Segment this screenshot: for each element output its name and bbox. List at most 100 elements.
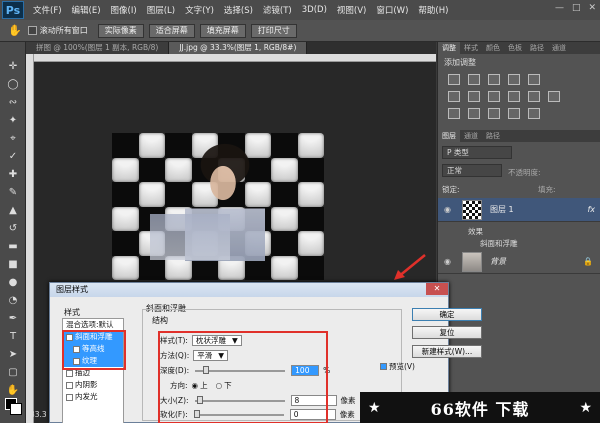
tab-swatches[interactable]: 色板: [504, 42, 526, 54]
layer-name[interactable]: 背景: [490, 256, 506, 267]
tab-paths-top[interactable]: 路径: [526, 42, 548, 54]
document-tabs: 拼图 @ 100%(图层 1 副本, RGB/8) JJ.jpg @ 33.3%…: [26, 42, 436, 54]
layer-name[interactable]: 图层 1: [490, 204, 514, 215]
window-controls: — □ ✕: [555, 3, 596, 13]
minimize-icon[interactable]: —: [555, 3, 564, 13]
tab-color[interactable]: 颜色: [482, 42, 504, 54]
gradient-tool-icon[interactable]: ■: [6, 258, 20, 272]
blur-tool-icon[interactable]: ●: [6, 276, 20, 290]
history-brush-icon[interactable]: ↺: [6, 222, 20, 236]
photo-filter-icon[interactable]: [508, 91, 520, 102]
ok-button[interactable]: 确定: [412, 308, 482, 321]
menu-filter[interactable]: 滤镜(T): [258, 4, 297, 16]
menu-edit[interactable]: 编辑(E): [67, 4, 106, 16]
dodge-tool-icon[interactable]: ◔: [6, 294, 20, 308]
menu-3d[interactable]: 3D(D): [297, 5, 332, 15]
menu-view[interactable]: 视图(V): [332, 4, 371, 16]
lasso-tool-icon[interactable]: ∾: [6, 96, 20, 110]
pen-tool-icon[interactable]: ✒: [6, 312, 20, 326]
tools-panel: ✛ ◯ ∾ ✦ ⌖ ✓ ✚ ✎ ▲ ↺ ▬ ■ ● ◔ ✒ T ➤ ▢ ✋: [0, 42, 26, 423]
style-item-inner-glow[interactable]: 内发光: [63, 391, 123, 403]
menu-image[interactable]: 图像(I): [106, 4, 142, 16]
new-style-button[interactable]: 新建样式(W)...: [412, 345, 482, 358]
exposure-icon[interactable]: [508, 74, 520, 85]
checkbox-icon[interactable]: [66, 381, 73, 389]
tab-adjust[interactable]: 调整: [438, 42, 460, 54]
bevel-effect-item[interactable]: 斜面和浮雕: [480, 238, 518, 249]
background-color-swatch[interactable]: [10, 403, 22, 415]
eyedropper-tool-icon[interactable]: ✓: [6, 150, 20, 164]
move-tool-icon[interactable]: ✛: [6, 60, 20, 74]
gradient-map-icon[interactable]: [528, 108, 540, 119]
eraser-tool-icon[interactable]: ▬: [6, 240, 20, 254]
lock-icon: 🔒: [583, 257, 593, 266]
type-tool-icon[interactable]: T: [6, 330, 20, 344]
fill-screen-button[interactable]: 填充屏幕: [199, 23, 246, 38]
preview-checkbox[interactable]: [380, 363, 387, 370]
layer-row-background[interactable]: ◉ 背景 🔒: [438, 250, 600, 274]
menu-select[interactable]: 选择(S): [219, 4, 258, 16]
stamp-tool-icon[interactable]: ▲: [6, 204, 20, 218]
tab-paths[interactable]: 路径: [482, 130, 504, 142]
invert-icon[interactable]: [448, 108, 460, 119]
close-icon[interactable]: ✕: [588, 3, 596, 13]
checkbox-icon[interactable]: [66, 369, 73, 377]
puzzle-piece: [138, 182, 165, 207]
puzzle-piece: [271, 157, 298, 182]
menu-file[interactable]: 文件(F): [28, 4, 67, 16]
hue-saturation-icon[interactable]: [448, 91, 460, 102]
watermark-text: 66软件 下载: [430, 399, 530, 419]
black-white-icon[interactable]: [488, 91, 500, 102]
eye-icon[interactable]: ◉: [444, 205, 454, 214]
tab-jj[interactable]: JJ.jpg @ 33.3%(图层 1, RGB/8#): [169, 42, 308, 54]
style-item-label: 内发光: [75, 392, 98, 401]
brush-tool-icon[interactable]: ✎: [6, 186, 20, 200]
tab-styles[interactable]: 样式: [460, 42, 482, 54]
menu-window[interactable]: 窗口(W): [371, 4, 413, 16]
tab-channels-top[interactable]: 通道: [548, 42, 570, 54]
levels-icon[interactable]: [468, 74, 480, 85]
fx-icon[interactable]: fx: [587, 205, 595, 214]
fit-screen-button[interactable]: 适合屏幕: [148, 23, 195, 38]
eye-icon[interactable]: ◉: [444, 257, 454, 266]
hand-icon[interactable]: ✋: [6, 384, 20, 398]
menu-help[interactable]: 帮助(H): [413, 4, 453, 16]
healing-brush-icon[interactable]: ✚: [6, 168, 20, 182]
puzzle-piece: [297, 206, 324, 231]
crop-tool-icon[interactable]: ⌖: [6, 132, 20, 146]
vibrance-icon[interactable]: [528, 74, 540, 85]
annotation-arrow: [394, 254, 426, 280]
channel-mixer-icon[interactable]: [528, 91, 540, 102]
print-size-button[interactable]: 打印尺寸: [250, 23, 297, 38]
tab-puzzle[interactable]: 拼图 @ 100%(图层 1 副本, RGB/8): [26, 42, 170, 54]
checkbox-icon[interactable]: [66, 393, 73, 401]
selective-color-icon[interactable]: [508, 108, 520, 119]
puzzle-piece: [297, 133, 324, 158]
scroll-all-checkbox[interactable]: [27, 26, 37, 35]
curves-icon[interactable]: [488, 74, 500, 85]
tab-channels[interactable]: 通道: [460, 130, 482, 142]
layer-filter-select[interactable]: P 类型: [442, 146, 512, 159]
marquee-tool-icon[interactable]: ◯: [6, 78, 20, 92]
maximize-icon[interactable]: □: [572, 3, 581, 13]
style-item-inner-shadow[interactable]: 内阴影: [63, 379, 123, 391]
path-select-tool-icon[interactable]: ➤: [6, 348, 20, 362]
photoshop-logo: Ps: [2, 1, 24, 19]
menu-type[interactable]: 文字(Y): [180, 4, 219, 16]
brightness-icon[interactable]: [448, 74, 460, 85]
menu-layer[interactable]: 图层(L): [142, 4, 180, 16]
reset-button[interactable]: 复位: [412, 326, 482, 339]
puzzle-piece: [112, 231, 139, 256]
quick-select-tool-icon[interactable]: ✦: [6, 114, 20, 128]
threshold-icon[interactable]: [488, 108, 500, 119]
tab-layers[interactable]: 图层: [438, 130, 460, 142]
posterize-icon[interactable]: [468, 108, 480, 119]
color-balance-icon[interactable]: [468, 91, 480, 102]
hand-tool-icon[interactable]: ✋: [8, 24, 22, 37]
color-lookup-icon[interactable]: [548, 91, 560, 102]
blend-mode-select[interactable]: 正常: [442, 164, 502, 177]
layer-row-1[interactable]: ◉ 图层 1 fx: [438, 198, 600, 222]
actual-pixels-button[interactable]: 实际像素: [97, 23, 144, 38]
shape-tool-icon[interactable]: ▢: [6, 366, 20, 380]
dialog-close-icon[interactable]: ✕: [426, 283, 448, 295]
